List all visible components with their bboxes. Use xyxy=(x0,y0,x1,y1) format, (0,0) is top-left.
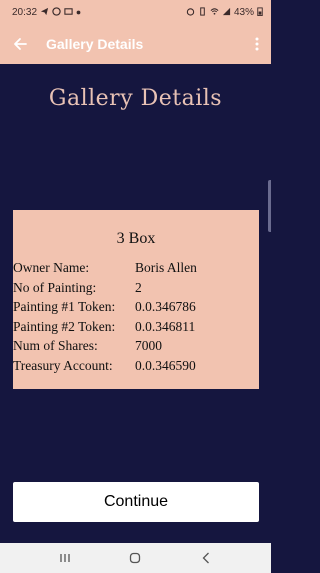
detail-row-owner: Owner Name: Boris Allen xyxy=(13,258,259,278)
app-bar: Gallery Details xyxy=(0,24,271,64)
gallery-name: 3 Box xyxy=(116,230,156,247)
home-icon[interactable] xyxy=(120,543,150,573)
status-bar: 20:32 43% xyxy=(0,0,271,24)
detail-label: Painting #2 Token: xyxy=(13,318,116,334)
detail-label: Treasury Account: xyxy=(13,357,113,373)
detail-label: Owner Name: xyxy=(13,260,90,275)
continue-button[interactable]: Continue xyxy=(13,482,259,522)
detail-label: No of Painting: xyxy=(13,279,97,295)
detail-value: 7000 xyxy=(135,338,162,353)
detail-row-painting-1-token: Painting #1 Token: 0.0.346786 xyxy=(13,297,259,317)
wifi-icon xyxy=(210,7,219,18)
detail-row-shares: Num of Shares: 7000 xyxy=(13,336,259,356)
signal-icon xyxy=(222,7,231,18)
detail-row-painting-2-token: Painting #2 Token: 0.0.346811 xyxy=(13,317,259,337)
detail-value: 0.0.346811 xyxy=(135,318,196,334)
battery-percent: 43% xyxy=(233,6,254,18)
recent-apps-icon[interactable] xyxy=(50,543,80,573)
back-arrow-icon[interactable] xyxy=(10,34,30,54)
dot-icon xyxy=(76,8,81,17)
messenger-icon xyxy=(52,6,61,18)
back-icon[interactable] xyxy=(191,543,221,573)
page-title: Gallery Details xyxy=(48,86,223,111)
app-bar-title: Gallery Details xyxy=(46,36,144,52)
detail-row-painting-count: No of Painting: 2 xyxy=(13,278,259,298)
overflow-menu-icon[interactable] xyxy=(249,34,265,54)
system-nav-bar xyxy=(0,543,271,573)
edge-panel-handle[interactable] xyxy=(268,180,271,232)
alarm-icon xyxy=(186,7,195,18)
telegram-icon xyxy=(40,7,49,18)
status-time: 20:32 xyxy=(12,6,38,18)
detail-value: 0.0.346786 xyxy=(135,299,196,314)
detail-label: Num of Shares: xyxy=(13,338,98,353)
battery-icon xyxy=(257,6,263,18)
status-right: 43% xyxy=(186,7,263,18)
detail-value: Boris Allen xyxy=(135,260,197,275)
detail-row-treasury: Treasury Account: 0.0.346590 xyxy=(13,356,259,376)
detail-value: 2 xyxy=(135,279,142,295)
gallery-details-card: 3 Box Owner Name: Boris Allen No of Pain… xyxy=(13,210,259,389)
detail-value: 0.0.346590 xyxy=(135,357,196,373)
vibrate-icon xyxy=(198,6,207,18)
status-left: 20:32 xyxy=(12,7,81,18)
detail-label: Painting #1 Token: xyxy=(13,299,116,314)
cast-icon xyxy=(64,7,73,18)
